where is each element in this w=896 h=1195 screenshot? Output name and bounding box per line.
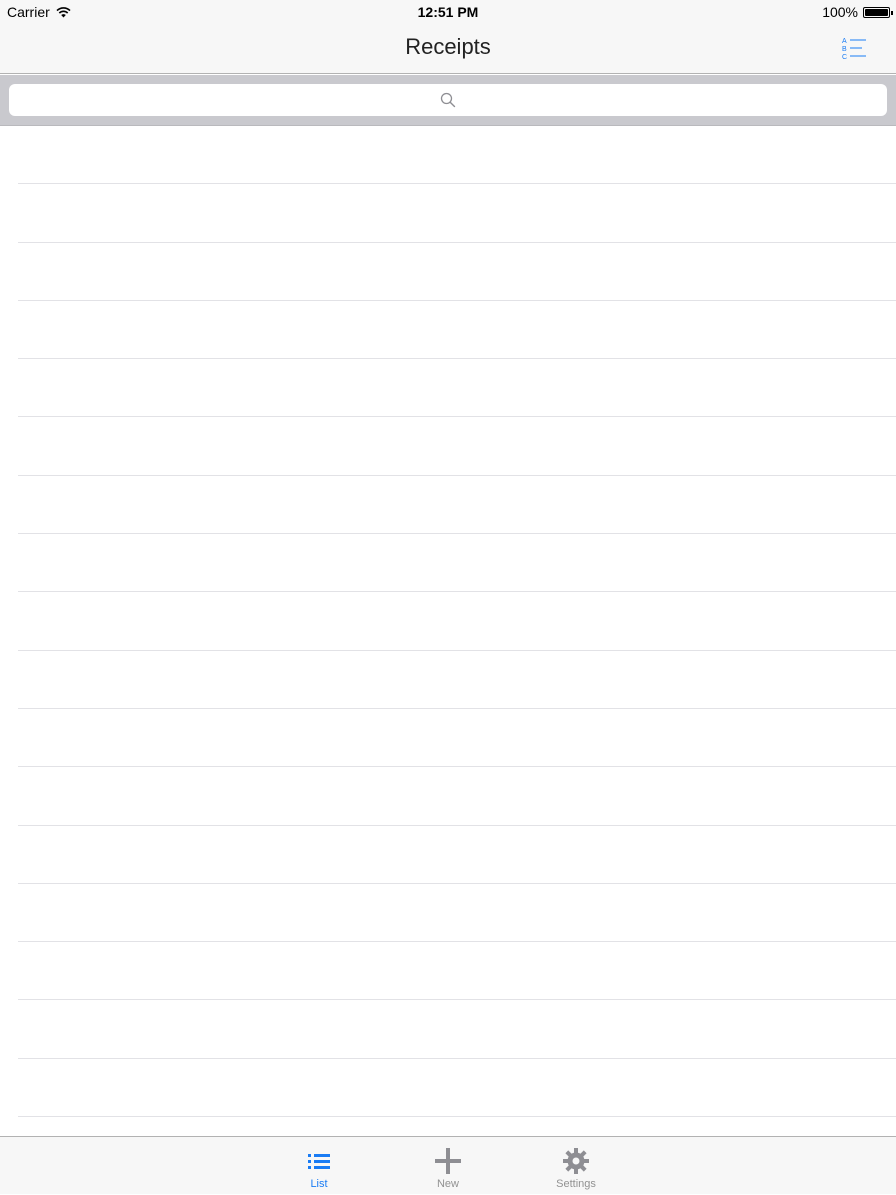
list-icon [308,1154,330,1169]
battery-icon [863,6,893,18]
table-row[interactable] [18,826,896,884]
table-row[interactable] [18,651,896,709]
table-row[interactable] [18,534,896,593]
svg-text:C: C [842,54,847,61]
svg-text:B: B [842,46,847,53]
table-row[interactable] [18,243,896,301]
battery-tip [891,10,893,15]
table-row[interactable] [18,709,896,768]
tab-bar: List New Settings [0,1136,896,1194]
table-row[interactable] [18,417,896,476]
battery-fill [865,8,888,16]
abc-sort-icon: A B C [842,38,866,61]
search-bar [0,75,896,126]
table-row[interactable] [18,301,896,360]
battery-percent: 100% [822,4,858,20]
table-row[interactable] [18,767,896,826]
table-row[interactable] [18,1059,896,1118]
navigation-bar: Receipts A B C [0,24,896,74]
gear-icon [563,1148,589,1174]
table-row[interactable] [18,942,896,1001]
receipts-table [0,126,896,1136]
tab-settings-label: Settings [556,1178,596,1190]
tab-list-label: List [310,1178,328,1190]
page-title: Receipts [405,34,491,59]
table-row[interactable] [18,184,896,243]
table-row[interactable] [18,884,896,943]
table-row[interactable] [18,1000,896,1059]
plus-icon [435,1148,461,1174]
tab-list[interactable]: List [264,1137,374,1195]
status-time: 12:51 PM [417,4,479,20]
table-row[interactable] [18,126,896,185]
status-right: 100% [822,4,893,20]
table-row[interactable] [18,476,896,535]
tab-new-label: New [436,1178,459,1190]
status-bar: Carrier 12:51 PM 100% [0,0,896,24]
table-row[interactable] [18,592,896,651]
tab-new[interactable]: New [393,1137,503,1195]
svg-text:A: A [842,38,847,45]
tab-settings[interactable]: Settings [521,1137,631,1195]
search-input[interactable] [9,84,887,116]
sort-button[interactable]: A B C [840,34,868,62]
search-field[interactable] [9,84,887,116]
table-row[interactable] [18,359,896,418]
